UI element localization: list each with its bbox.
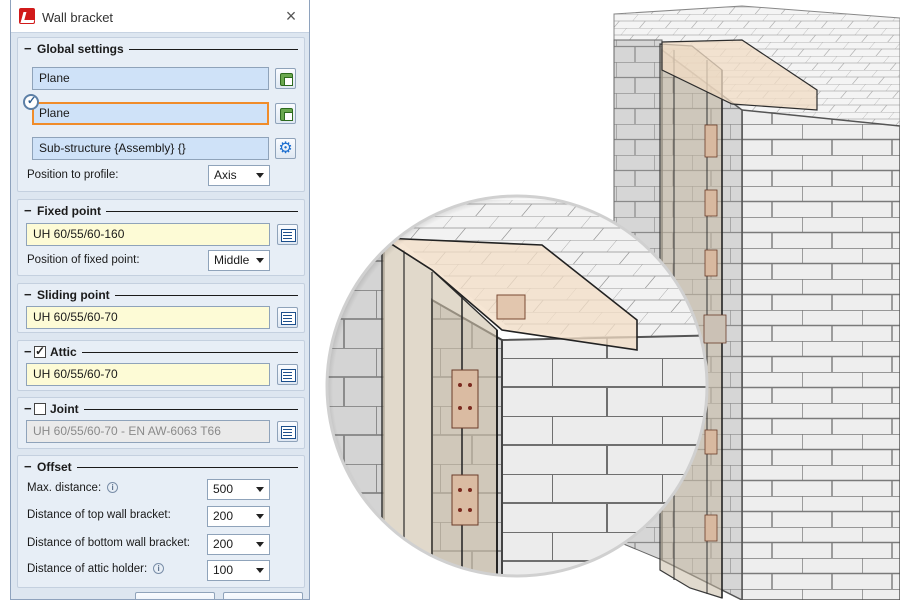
top-bracket-distance-select[interactable]: 200	[207, 506, 270, 527]
group-title: Sliding point	[37, 288, 110, 302]
ok-button[interactable]	[135, 592, 215, 599]
pick-plane-icon[interactable]	[275, 103, 296, 124]
joint-header[interactable]: − Joint	[24, 401, 298, 417]
app-logo-icon	[19, 8, 35, 24]
sliding-point-header[interactable]: − Sliding point	[24, 287, 298, 303]
joint-checkbox[interactable]	[34, 403, 46, 415]
divider	[76, 466, 298, 468]
group-title: Joint	[50, 402, 79, 416]
info-icon[interactable]: i	[153, 563, 165, 575]
joint-field: UH 60/55/60-70 - EN AW-6063 T66	[26, 420, 270, 443]
max-distance-select[interactable]: 500	[207, 479, 270, 500]
group-title: Offset	[37, 460, 72, 474]
attic-field[interactable]: UH 60/55/60-70	[26, 363, 270, 386]
attic-header[interactable]: − Attic	[24, 344, 298, 360]
attic-holder-distance-label: Distance of attic holder: i	[27, 563, 165, 575]
dialog-title: Wall bracket	[42, 10, 114, 25]
collapse-icon[interactable]: −	[24, 345, 34, 358]
plane-field-2[interactable]: Plane	[32, 102, 269, 125]
sliding-point-field[interactable]: UH 60/55/60-70	[26, 306, 270, 329]
pick-plane-icon[interactable]	[275, 68, 296, 89]
offset-header[interactable]: − Offset	[24, 459, 298, 475]
fixed-point-group: − Fixed point UH 60/55/60-160 Position o…	[17, 199, 305, 276]
active-field-check-icon	[23, 94, 39, 110]
bottom-bracket-distance-label: Distance of bottom wall bracket:	[27, 537, 190, 549]
substructure-field[interactable]: Sub-structure {Assembly} {}	[32, 137, 269, 160]
wall-bracket-dialog: Wall bracket × − Global settings Plane P…	[10, 0, 310, 600]
plane-field-1[interactable]: Plane	[32, 67, 269, 90]
close-button[interactable]: ×	[281, 6, 301, 26]
group-title: Attic	[50, 345, 77, 359]
title-bar: Wall bracket ×	[11, 0, 309, 33]
cancel-button[interactable]	[223, 592, 303, 599]
group-title: Global settings	[37, 42, 124, 56]
front-wall	[741, 109, 900, 600]
position-to-profile-label: Position to profile:	[27, 169, 119, 181]
bottom-bracket-distance-select[interactable]: 200	[207, 534, 270, 555]
fixed-point-header[interactable]: − Fixed point	[24, 203, 298, 219]
position-to-profile-select[interactable]: Axis	[208, 165, 270, 186]
info-icon[interactable]: i	[107, 482, 119, 494]
divider	[81, 351, 298, 353]
sliding-point-group: − Sliding point UH 60/55/60-70	[17, 283, 305, 333]
global-settings-header[interactable]: − Global settings	[24, 41, 298, 57]
collapse-icon[interactable]: −	[24, 204, 34, 217]
3d-viewport[interactable]	[312, 0, 900, 600]
catalog-icon[interactable]	[277, 224, 298, 245]
collapse-icon[interactable]: −	[24, 460, 34, 473]
divider	[114, 294, 298, 296]
catalog-icon[interactable]	[277, 421, 298, 442]
collapse-icon[interactable]: −	[24, 402, 34, 415]
model-view	[325, 5, 900, 600]
offset-group: − Offset Max. distance: i 500 Distance of…	[17, 455, 305, 588]
group-title: Fixed point	[37, 204, 101, 218]
attic-holder-distance-select[interactable]: 100	[207, 560, 270, 581]
global-settings-group: − Global settings Plane Plane Sub-struct…	[17, 37, 305, 192]
collapse-icon[interactable]: −	[24, 42, 34, 55]
gear-icon[interactable]: ⚙	[275, 138, 296, 159]
fixed-point-field[interactable]: UH 60/55/60-160	[26, 223, 270, 246]
attic-group: − Attic UH 60/55/60-70	[17, 340, 305, 391]
divider	[128, 48, 298, 50]
collapse-icon[interactable]: −	[24, 288, 34, 301]
max-distance-label: Max. distance: i	[27, 482, 119, 494]
position-of-fixed-point-label: Position of fixed point:	[27, 254, 140, 266]
divider	[83, 408, 298, 410]
top-bracket-distance-label: Distance of top wall bracket:	[27, 509, 171, 521]
divider	[106, 210, 298, 212]
position-of-fixed-point-select[interactable]: Middle	[208, 250, 270, 271]
attic-checkbox[interactable]	[34, 344, 46, 358]
joint-group: − Joint UH 60/55/60-70 - EN AW-6063 T66	[17, 397, 305, 449]
catalog-icon[interactable]	[277, 364, 298, 385]
catalog-icon[interactable]	[277, 307, 298, 328]
